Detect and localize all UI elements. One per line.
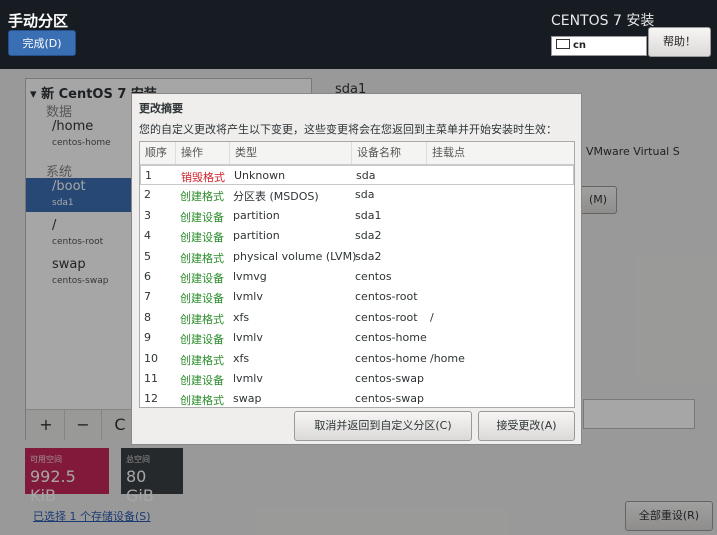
row-action: 创建设备: [180, 333, 224, 347]
table-row[interactable]: 2 创建格式 分区表 (MSDOS) sda: [140, 185, 574, 205]
row-order: 7: [144, 290, 151, 304]
row-type: 分区表 (MSDOS): [233, 190, 319, 204]
row-device: centos-root: [355, 310, 418, 324]
row-order: 1: [145, 169, 152, 182]
row-type: partition: [233, 208, 280, 222]
row-mountpoint: /: [430, 310, 434, 324]
row-type: partition: [233, 229, 280, 243]
row-type: lvmlv: [233, 372, 263, 385]
summary-of-changes-dialog: 更改摘要 您的自定义更改将产生以下变更，这些变更将会在您返回到主菜单并开始安装时…: [131, 93, 582, 445]
column-header-device[interactable]: 设备名称: [352, 142, 427, 164]
row-device: sda: [356, 169, 376, 182]
keyboard-layout-indicator[interactable]: cn: [551, 36, 647, 56]
table-row[interactable]: 10 创建格式 xfs centos-home/home: [140, 349, 574, 369]
row-action: 创建设备: [180, 374, 224, 387]
table-row[interactable]: 7 创建设备 lvmlv centos-root: [140, 287, 574, 307]
row-type: lvmvg: [233, 270, 267, 283]
help-button[interactable]: 帮助！: [648, 27, 711, 57]
row-order: 11: [144, 372, 158, 385]
column-header-action[interactable]: 操作: [176, 142, 230, 164]
row-action: 创建格式: [180, 353, 224, 367]
top-header: 手动分区 完成(D) CENTOS 7 安装 cn 帮助！: [0, 0, 717, 69]
row-type: xfs: [233, 351, 250, 365]
row-action: 创建格式: [180, 394, 224, 408]
row-device: centos-swap: [355, 372, 424, 385]
table-row[interactable]: 6 创建设备 lvmvg centos: [140, 267, 574, 287]
row-order: 4: [144, 229, 151, 243]
done-button[interactable]: 完成(D): [8, 30, 76, 56]
row-device: sda2: [355, 249, 382, 263]
row-mountpoint: /home: [430, 351, 465, 365]
row-action: 创建设备: [180, 292, 224, 306]
row-order: 8: [144, 310, 151, 324]
row-device: centos: [355, 270, 392, 283]
keyboard-icon: [556, 39, 570, 49]
row-order: 9: [144, 331, 151, 345]
row-type: xfs: [233, 310, 250, 324]
dialog-description: 您的自定义更改将产生以下变更，这些变更将会在您返回到主菜单并开始安装时生效：: [139, 123, 557, 136]
row-device: centos-home: [355, 331, 427, 345]
table-row[interactable]: 9 创建设备 lvmlv centos-home: [140, 328, 574, 348]
row-action: 创建格式: [180, 251, 224, 265]
table-row[interactable]: 12 创建格式 swap centos-swap: [140, 389, 574, 408]
row-order: 5: [144, 249, 151, 263]
row-type: lvmlv: [233, 331, 263, 345]
row-action: 创建格式: [180, 312, 224, 326]
column-header-order[interactable]: 顺序: [140, 142, 176, 164]
row-order: 3: [144, 208, 151, 222]
row-device: centos-root: [355, 290, 418, 304]
column-header-mountpoint[interactable]: 挂载点: [427, 142, 574, 164]
row-device: sda1: [355, 208, 382, 222]
row-action: 创建设备: [180, 272, 224, 285]
page-title: 手动分区: [8, 12, 69, 30]
table-row[interactable]: 3 创建设备 partition sda1: [140, 206, 574, 226]
row-type: lvmlv: [233, 290, 263, 304]
row-device: sda2: [355, 229, 382, 243]
row-type: swap: [233, 392, 262, 406]
row-order: 2: [144, 188, 151, 202]
column-header-type[interactable]: 类型: [230, 142, 352, 164]
table-row[interactable]: 8 创建格式 xfs centos-root /: [140, 308, 574, 328]
keyboard-layout-label: cn: [573, 40, 587, 51]
row-type: physical volume (LVM): [233, 249, 357, 263]
row-device: sda: [355, 188, 375, 202]
changes-table[interactable]: 顺序 操作 类型 设备名称 挂载点 1 销毁格式 Unknown sda 2 创建格式 分区…: [139, 141, 575, 408]
row-device: centos-swap: [355, 392, 424, 406]
table-row[interactable]: 11 创建设备 lvmlv centos-swap: [140, 369, 574, 389]
row-action: 创建设备: [180, 231, 224, 245]
row-action: 创建格式: [180, 190, 224, 204]
row-action: 创建设备: [180, 210, 224, 224]
row-device: centos-home: [355, 351, 427, 365]
row-order: 10: [144, 351, 158, 365]
row-order: 6: [144, 270, 151, 283]
accept-changes-button[interactable]: 接受更改(A): [478, 411, 575, 441]
row-action: 销毁格式: [181, 171, 225, 184]
dialog-title: 更改摘要: [139, 102, 183, 115]
row-order: 12: [144, 392, 158, 406]
install-title: CENTOS 7 安装: [551, 13, 655, 29]
table-row[interactable]: 1 销毁格式 Unknown sda: [140, 165, 574, 185]
cancel-return-button[interactable]: 取消并返回到自定义分区(C): [294, 411, 472, 441]
table-header: 顺序 操作 类型 设备名称 挂载点: [140, 142, 574, 165]
table-row[interactable]: 5 创建格式 physical volume (LVM) sda2: [140, 247, 574, 267]
table-row[interactable]: 4 创建设备 partition sda2: [140, 226, 574, 246]
row-type: Unknown: [234, 169, 286, 182]
